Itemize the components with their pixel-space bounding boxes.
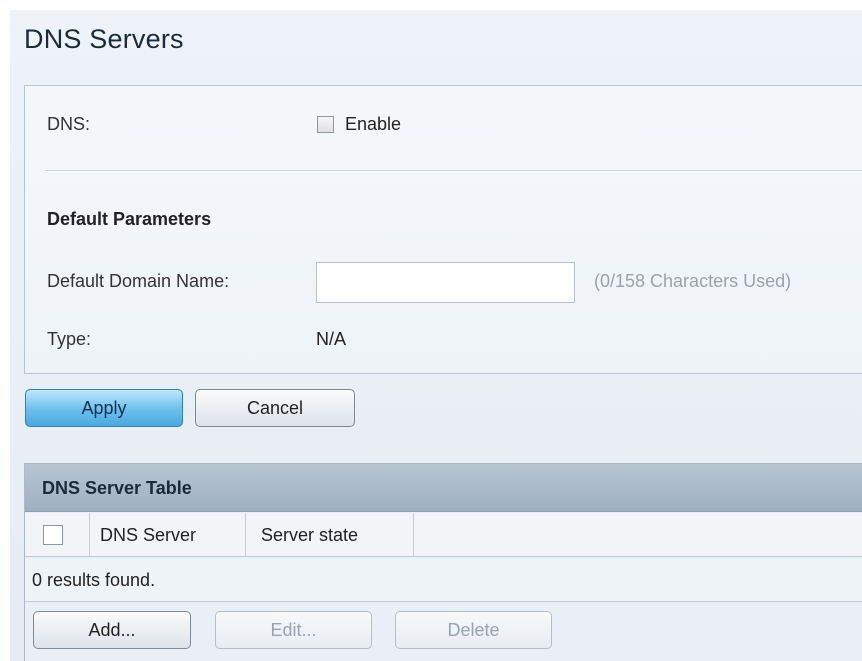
dns-servers-page: DNS Servers DNS: Enable Default Paramete… — [10, 10, 862, 661]
dns-server-table: DNS Server Table DNS Server Server state… — [24, 463, 862, 661]
dns-settings-panel: DNS: Enable Default Parameters Default D… — [24, 85, 862, 374]
dns-label: DNS: — [47, 114, 91, 134]
dns-enable-checkbox[interactable] — [317, 116, 334, 133]
table-actions-row: Add... Edit... Delete — [25, 603, 862, 661]
section-divider — [45, 170, 862, 171]
table-column-header-row: DNS Server Server state — [25, 513, 862, 557]
edit-button[interactable]: Edit... — [215, 611, 372, 649]
column-header-dns-server[interactable]: DNS Server — [90, 513, 246, 557]
results-count-text: 0 results found. — [32, 570, 156, 590]
delete-button[interactable]: Delete — [395, 611, 552, 649]
default-domain-name-label: Default Domain Name: — [47, 271, 230, 291]
dns-enable-label[interactable]: Enable — [345, 114, 401, 135]
table-header-bar: DNS Server Table — [25, 464, 862, 512]
apply-button[interactable]: Apply — [25, 389, 183, 427]
type-label: Type: — [47, 329, 92, 349]
type-value: N/A — [316, 329, 347, 349]
add-button[interactable]: Add... — [33, 611, 191, 649]
table-title: DNS Server Table — [42, 478, 192, 498]
default-domain-name-input[interactable] — [316, 262, 575, 303]
page-title: DNS Servers — [24, 24, 184, 54]
characters-used-hint: (0/158 Characters Used) — [594, 271, 792, 291]
select-all-checkbox[interactable] — [43, 525, 63, 545]
select-all-cell — [25, 513, 90, 557]
results-row: 0 results found. — [25, 558, 862, 602]
column-header-server-state[interactable]: Server state — [246, 513, 414, 557]
default-parameters-heading: Default Parameters — [47, 209, 212, 229]
cancel-button[interactable]: Cancel — [195, 389, 355, 427]
